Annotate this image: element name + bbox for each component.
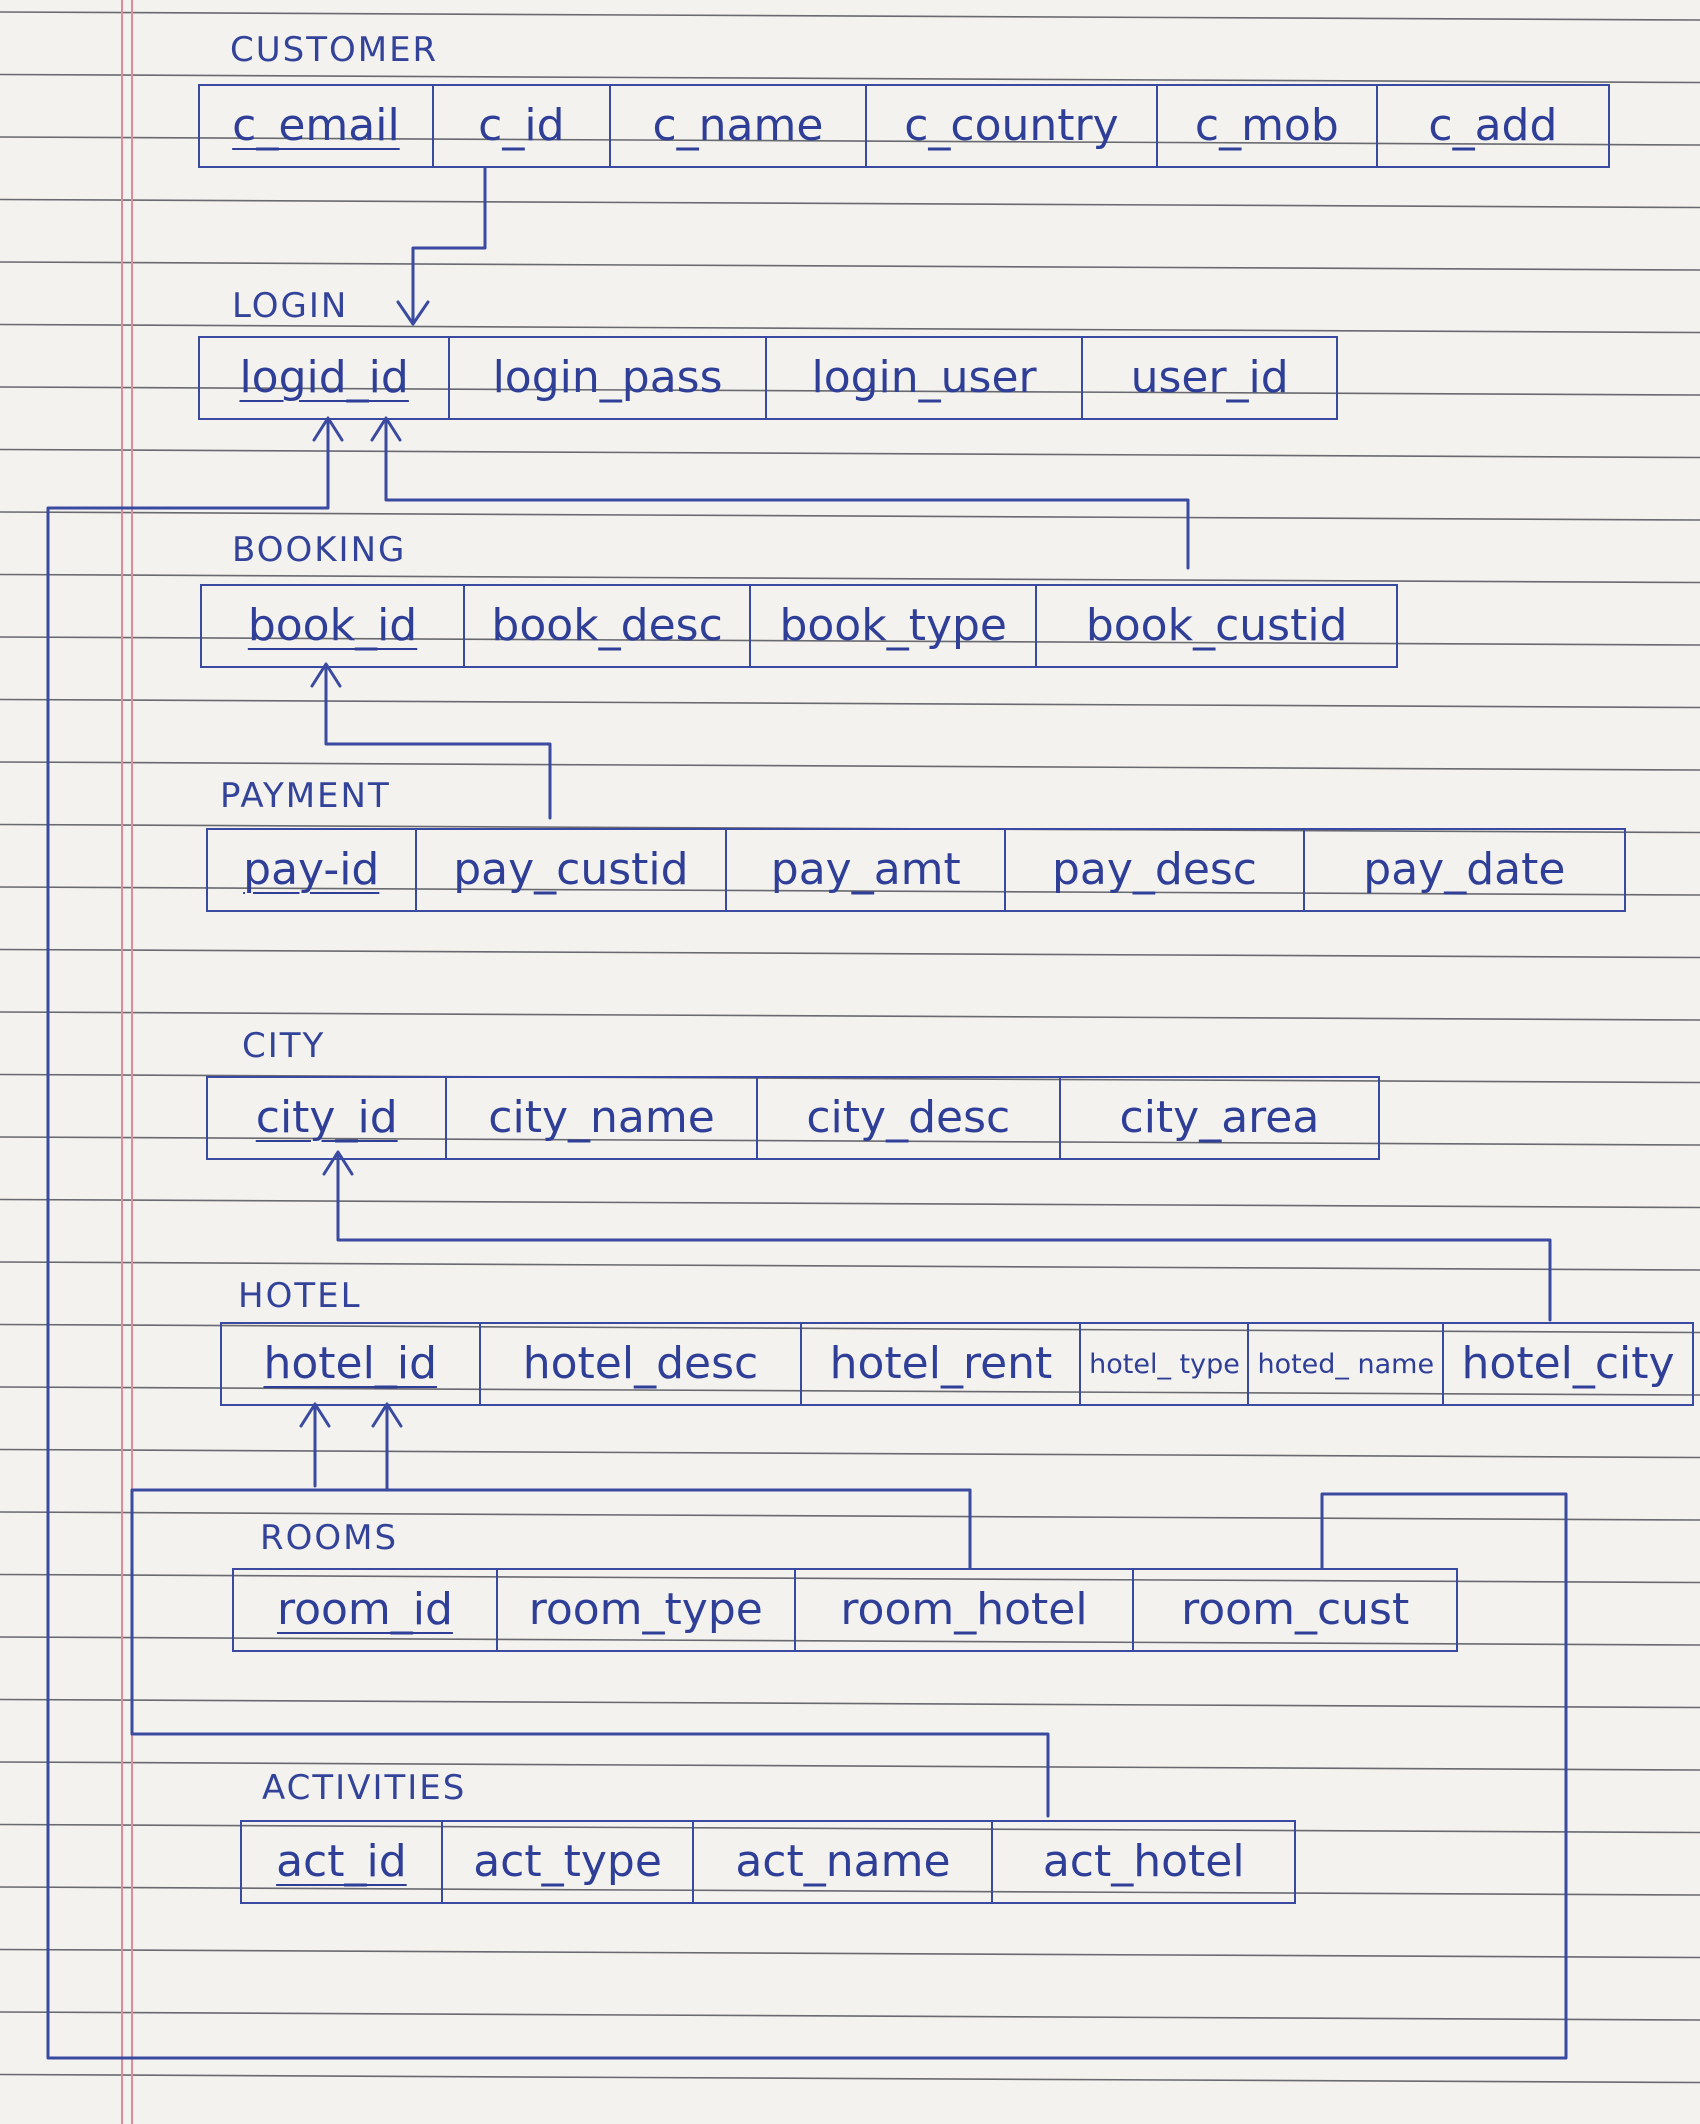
table-booking: book_id book_desc book_type book_custid — [200, 584, 1398, 668]
field-c-email: c_email — [200, 86, 434, 166]
field-city-name: city_name — [447, 1078, 758, 1158]
table-title-activities: ACTIVITIES — [262, 1768, 467, 1808]
field-pay-id: pay-id — [208, 830, 417, 910]
field-act-hotel: act_hotel — [1042, 1836, 1245, 1887]
field-hoted-name: hoted_ name — [1249, 1324, 1445, 1404]
table-title-customer: CUSTOMER — [230, 30, 439, 70]
table-customer: c_email c_id c_name c_country c_mob c_ad… — [198, 84, 1610, 168]
field-c-add: c_add — [1428, 100, 1558, 151]
field-c-name: c_name — [611, 86, 868, 166]
field-book-custid: book_custid — [1085, 600, 1348, 651]
field-room-hotel: room_hotel — [796, 1570, 1135, 1650]
table-title-login: LOGIN — [232, 286, 349, 326]
field-book-type: book_type — [751, 586, 1038, 666]
table-login: logid_id login_pass login_user user_id — [198, 336, 1338, 420]
field-book-desc: book_desc — [465, 586, 752, 666]
table-title-rooms: ROOMS — [260, 1518, 399, 1558]
field-hotel-city: hotel_city — [1461, 1338, 1675, 1389]
field-login-pass: login_pass — [450, 338, 767, 418]
table-title-booking: BOOKING — [232, 530, 407, 570]
field-book-id: book_id — [202, 586, 466, 666]
field-pay-desc: pay_desc — [1006, 830, 1305, 910]
field-hotel-type: hotel_ type — [1081, 1324, 1250, 1404]
field-act-name: act_name — [694, 1822, 994, 1902]
table-hotel: hotel_id hotel_desc hotel_rent hotel_ ty… — [220, 1322, 1694, 1406]
field-hotel-rent: hotel_rent — [802, 1324, 1082, 1404]
field-logid-id: logid_id — [200, 338, 451, 418]
field-pay-amt: pay_amt — [727, 830, 1007, 910]
field-city-area: city_area — [1119, 1092, 1320, 1143]
field-pay-custid: pay_custid — [417, 830, 728, 910]
field-c-country: c_country — [867, 86, 1158, 166]
table-rooms: room_id room_type room_hotel room_cust — [232, 1568, 1458, 1652]
field-c-id: c_id — [434, 86, 611, 166]
field-login-user: login_user — [767, 338, 1084, 418]
table-city: city_id city_name city_desc city_area — [206, 1076, 1380, 1160]
field-city-id: city_id — [208, 1078, 448, 1158]
field-act-id: act_id — [242, 1822, 443, 1902]
table-activities: act_id act_type act_name act_hotel — [240, 1820, 1296, 1904]
table-title-payment: PAYMENT — [220, 776, 391, 816]
field-c-mob: c_mob — [1158, 86, 1378, 166]
field-act-type: act_type — [443, 1822, 695, 1902]
field-pay-date: pay_date — [1363, 844, 1566, 895]
field-hotel-desc: hotel_desc — [481, 1324, 803, 1404]
field-room-cust: room_cust — [1181, 1584, 1410, 1635]
field-room-id: room_id — [234, 1570, 498, 1650]
field-hotel-id: hotel_id — [222, 1324, 481, 1404]
field-room-type: room_type — [498, 1570, 796, 1650]
table-title-hotel: HOTEL — [238, 1276, 362, 1316]
field-user-id: user_id — [1130, 352, 1289, 403]
field-city-desc: city_desc — [758, 1078, 1061, 1158]
table-title-city: CITY — [242, 1026, 326, 1066]
table-payment: pay-id pay_custid pay_amt pay_desc pay_d… — [206, 828, 1626, 912]
